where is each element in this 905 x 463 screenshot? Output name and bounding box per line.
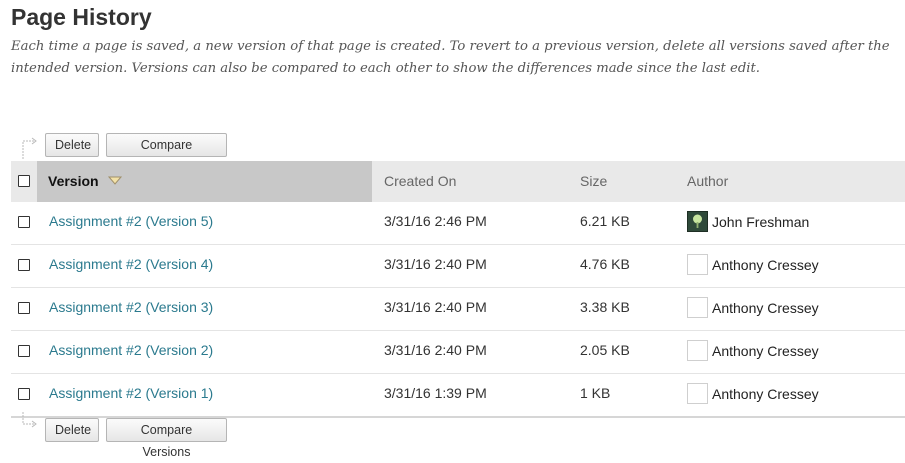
author-name: Anthony Cressey: [712, 256, 819, 273]
avatar: [687, 297, 708, 318]
avatar: [687, 211, 708, 232]
author: John Freshman: [687, 211, 809, 232]
author: Anthony Cressey: [687, 383, 819, 404]
author: Anthony Cressey: [687, 340, 819, 361]
triangle-down-icon: [108, 176, 123, 186]
table-row: Assignment #2 (Version 4) 3/31/16 2:40 P…: [11, 244, 905, 287]
delete-button[interactable]: Delete: [45, 133, 99, 157]
author: Anthony Cressey: [687, 297, 819, 318]
table-row: Assignment #2 (Version 2) 3/31/16 2:40 P…: [11, 330, 905, 373]
created-on: 3/31/16 2:40 PM: [384, 256, 487, 272]
table-row: Assignment #2 (Version 3) 3/31/16 2:40 P…: [11, 287, 905, 330]
compare-versions-button[interactable]: Compare Versions: [106, 418, 227, 459]
version-link[interactable]: Assignment #2 (Version 5): [49, 213, 213, 229]
version-link[interactable]: Assignment #2 (Version 4): [49, 256, 213, 272]
table-header: Version Created On Size Author: [11, 161, 905, 202]
version-table: Version Created On Size Author Assignmen…: [11, 161, 905, 418]
size: 3.38 KB: [580, 299, 630, 315]
row-checkbox[interactable]: [18, 216, 30, 228]
page-description: Each time a page is saved, a new version…: [11, 39, 890, 76]
table-body: Assignment #2 (Version 5) 3/31/16 2:46 P…: [11, 202, 905, 416]
avatar: [687, 340, 708, 361]
author-name: John Freshman: [712, 213, 810, 230]
column-header-created[interactable]: Created On: [384, 161, 456, 202]
delete-button[interactable]: Delete: [45, 418, 99, 442]
author-name: Anthony Cressey: [712, 299, 819, 316]
version-link[interactable]: Assignment #2 (Version 1): [49, 385, 213, 401]
select-all-checkbox[interactable]: [18, 175, 30, 187]
table-row: Assignment #2 (Version 5) 3/31/16 2:46 P…: [11, 202, 905, 244]
author-name: Anthony Cressey: [712, 342, 819, 359]
created-on: 3/31/16 1:39 PM: [384, 385, 487, 401]
column-header-version-label: Version: [48, 173, 99, 189]
table-row: Assignment #2 (Version 1) 3/31/16 1:39 P…: [11, 373, 905, 416]
select-arrow-icon: [22, 412, 37, 428]
row-checkbox[interactable]: [18, 302, 30, 314]
created-on: 3/31/16 2:40 PM: [384, 299, 487, 315]
size: 6.21 KB: [580, 213, 630, 229]
compare-versions-button[interactable]: Compare Versions: [106, 133, 227, 174]
row-checkbox[interactable]: [18, 388, 30, 400]
size: 1 KB: [580, 385, 611, 401]
select-arrow-icon: [22, 137, 37, 159]
avatar: [687, 383, 708, 404]
size: 4.76 KB: [580, 256, 630, 272]
column-header-author[interactable]: Author: [687, 161, 728, 202]
version-link[interactable]: Assignment #2 (Version 3): [49, 299, 213, 315]
author: Anthony Cressey: [687, 254, 819, 275]
row-checkbox[interactable]: [18, 345, 30, 357]
created-on: 3/31/16 2:46 PM: [384, 213, 487, 229]
column-header-version[interactable]: Version: [37, 161, 372, 202]
avatar: [687, 254, 708, 275]
version-link[interactable]: Assignment #2 (Version 2): [49, 342, 213, 358]
size: 2.05 KB: [580, 342, 630, 358]
author-name: Anthony Cressey: [712, 385, 819, 402]
page-title: Page History: [11, 4, 152, 30]
row-checkbox[interactable]: [18, 259, 30, 271]
tree-icon: [688, 212, 707, 231]
column-header-size[interactable]: Size: [580, 161, 607, 202]
created-on: 3/31/16 2:40 PM: [384, 342, 487, 358]
